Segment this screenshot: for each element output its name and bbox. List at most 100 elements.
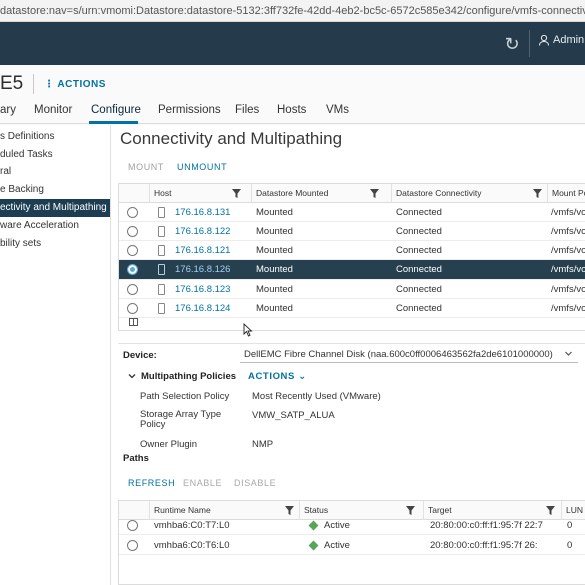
paths-grid: Runtime Name Status Target LUN vmhba6:C0… [118, 500, 585, 585]
table-row[interactable]: 176.16.8.121 Mounted Connected /vmfs/vo [119, 241, 585, 260]
target-cell: 20:80:00:c0:ff:f1:95:7f 26: [430, 540, 538, 551]
refresh-icon[interactable]: ↻ [501, 33, 523, 55]
tab-configure[interactable]: Configure [91, 104, 141, 116]
mount-point-cell: /vmfs/vo [551, 264, 585, 275]
tab-permissions[interactable]: Permissions [158, 104, 221, 116]
runtime-name-cell: vmhba6:C0:T7:L0 [154, 520, 230, 531]
multipathing-actions-button[interactable]: ACTIONS ⌄ [248, 371, 307, 382]
host-icon [158, 226, 165, 237]
mount-point-cell: /vmfs/vo [551, 245, 585, 256]
host-grid: Host Datastore Mounted Datastore Connect… [118, 183, 585, 331]
chevron-down-icon: ⌄ [298, 371, 307, 382]
host-link[interactable]: 176.16.8.131 [175, 203, 230, 222]
owner-plugin-label: Owner Plugin [140, 439, 198, 450]
host-link[interactable]: 176.16.8.121 [175, 241, 230, 260]
active-status-icon [308, 540, 319, 551]
column-header-datastore-mounted[interactable]: Datastore Mounted [251, 184, 389, 203]
target-cell: 20:80:00:c0:ff:f1:95:7f 22:7 [430, 520, 543, 531]
column-header-mount-point[interactable]: Mount Po [547, 184, 585, 203]
table-row-selected[interactable]: 176.16.8.126 Mounted Connected /vmfs/vo [119, 260, 585, 280]
filter-icon[interactable] [406, 506, 415, 515]
table-row[interactable]: vmhba6:C0:T6:L0 Active 20:80:00:c0:ff:f1… [119, 536, 585, 555]
connectivity-cell: Connected [396, 226, 442, 237]
sidebar-item-connectivity-multipathing[interactable]: ectivity and Multipathing [0, 199, 110, 217]
table-row[interactable]: 176.16.8.122 Mounted Connected /vmfs/vo [119, 222, 585, 241]
status-cell: Active [324, 520, 350, 531]
row-select-radio[interactable] [127, 207, 138, 218]
mount-point-cell: /vmfs/vo [551, 284, 585, 295]
configure-sidebar: s Definitions duled Tasks ral e Backing … [0, 125, 111, 585]
row-select-radio[interactable] [127, 264, 138, 275]
host-icon [158, 264, 165, 275]
filter-icon[interactable] [370, 189, 379, 198]
device-select[interactable]: DellEMC Fibre Channel Disk (naa.600c0ff0… [240, 346, 578, 363]
host-grid-footer [119, 315, 585, 331]
tab-summary[interactable]: ary [0, 104, 16, 116]
actions-menu-icon: ⋮ [44, 79, 55, 90]
row-select-radio[interactable] [127, 245, 138, 256]
sidebar-item-general[interactable]: ral [0, 163, 110, 181]
mount-button[interactable]: MOUNT [128, 162, 164, 172]
object-actions-button[interactable]: ⋮ ACTIONS [44, 79, 106, 90]
refresh-button[interactable]: REFRESH [128, 478, 175, 488]
host-link[interactable]: 176.16.8.126 [175, 260, 230, 279]
filter-icon[interactable] [285, 506, 294, 515]
user-menu[interactable]: Admin [538, 34, 584, 46]
host-icon [158, 303, 165, 314]
row-select-radio[interactable] [127, 520, 138, 531]
section-divider [118, 343, 585, 344]
tab-monitor[interactable]: Monitor [34, 104, 72, 116]
column-toggle-icon[interactable] [129, 318, 138, 326]
row-select-radio[interactable] [127, 284, 138, 295]
sidebar-item-scheduled-tasks[interactable]: duled Tasks [0, 146, 110, 164]
storage-array-type-policy-value: VMW_SATP_ALUA [252, 410, 335, 421]
host-icon [158, 207, 165, 218]
table-row[interactable]: 176.16.8.123 Mounted Connected /vmfs/vo [119, 280, 585, 299]
host-link[interactable]: 176.16.8.123 [175, 280, 230, 299]
filter-icon[interactable] [232, 189, 241, 198]
sidebar-item-alarm-definitions[interactable]: s Definitions [0, 128, 110, 146]
runtime-name-cell: vmhba6:C0:T6:L0 [154, 540, 230, 551]
column-header-host[interactable]: Host [149, 184, 245, 203]
collapse-chevron-icon[interactable] [128, 372, 136, 380]
user-name: Admin [553, 34, 585, 46]
mount-point-cell: /vmfs/vo [551, 207, 585, 218]
unmount-button[interactable]: UNMOUNT [177, 162, 227, 172]
host-icon [158, 245, 165, 256]
path-selection-policy-label: Path Selection Policy [140, 391, 230, 402]
row-select-radio[interactable] [127, 303, 138, 314]
disable-button[interactable]: DISABLE [234, 478, 276, 488]
actions-label: ACTIONS [57, 79, 106, 90]
tab-hosts[interactable]: Hosts [277, 104, 306, 116]
table-row[interactable]: vmhba6:C0:T7:L0 Active 20:80:00:c0:ff:f1… [119, 516, 585, 535]
enable-button[interactable]: ENABLE [183, 478, 222, 488]
user-icon [539, 34, 549, 46]
datastore-mounted-cell: Mounted [256, 207, 293, 218]
mouse-cursor-icon [243, 323, 253, 337]
tab-vms[interactable]: VMs [326, 104, 349, 116]
mount-point-cell: /vmfs/vo [551, 226, 585, 237]
chevron-down-icon[interactable] [565, 350, 572, 357]
filter-icon[interactable] [533, 189, 542, 198]
storage-array-type-policy-label: Storage Array Type Policy [140, 409, 222, 430]
datastore-mounted-cell: Mounted [256, 245, 293, 256]
active-status-icon [308, 520, 319, 531]
tab-files[interactable]: Files [235, 104, 259, 116]
sidebar-item-hardware-acceleration[interactable]: ware Acceleration [0, 217, 110, 235]
sidebar-item-device-backing[interactable]: e Backing [0, 181, 110, 199]
status-cell: Active [324, 540, 350, 551]
table-row[interactable]: 176.16.8.131 Mounted Connected /vmfs/vo [119, 203, 585, 222]
connectivity-cell: Connected [396, 207, 442, 218]
row-select-radio[interactable] [127, 226, 138, 237]
url-bar[interactable]: datastore:nav=s/urn:vmomi:Datastore:data… [0, 0, 585, 22]
connectivity-cell: Connected [396, 284, 442, 295]
lun-cell: 0 [567, 540, 573, 551]
filter-icon[interactable] [546, 506, 555, 515]
datastore-mounted-cell: Mounted [256, 284, 293, 295]
row-select-radio[interactable] [127, 540, 138, 551]
datastore-mounted-cell: Mounted [256, 226, 293, 237]
connectivity-cell: Connected [396, 245, 442, 256]
host-link[interactable]: 176.16.8.122 [175, 222, 230, 241]
column-header-datastore-connectivity[interactable]: Datastore Connectivity [391, 184, 547, 203]
sidebar-item-capability-sets[interactable]: bility sets [0, 235, 110, 253]
